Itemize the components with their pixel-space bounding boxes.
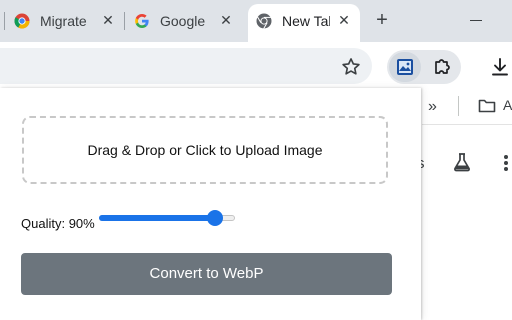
quality-label: Quality: 90% xyxy=(21,216,95,231)
browser-toolbar xyxy=(0,42,512,88)
close-tab-icon[interactable]: ✕ xyxy=(99,11,117,29)
tab-strip: Migrate ✕ Google ✕ New Tab ✕ + xyxy=(0,0,512,42)
tab-divider xyxy=(4,12,5,30)
flask-icon[interactable] xyxy=(451,151,473,173)
bookmarks-overflow-button[interactable]: » xyxy=(428,98,437,116)
address-bar[interactable] xyxy=(0,48,372,84)
google-icon xyxy=(135,14,149,28)
minimize-window-button[interactable] xyxy=(470,20,482,21)
quality-slider-thumb[interactable] xyxy=(207,210,223,226)
star-icon[interactable] xyxy=(340,56,362,78)
tab-title: Migrate xyxy=(40,13,87,29)
tab-title: Google xyxy=(160,13,206,29)
quality-label-text: Quality: xyxy=(21,216,66,231)
extension-popup: Drag & Drop or Click to Upload Image Qua… xyxy=(0,88,421,320)
puzzle-icon[interactable] xyxy=(432,57,452,77)
tab-migrate[interactable]: Migrate ✕ xyxy=(6,0,124,42)
bookmark-folder-label[interactable]: A xyxy=(503,97,512,113)
folder-icon[interactable] xyxy=(478,98,496,114)
quality-value: 90% xyxy=(68,216,95,231)
dropzone-label: Drag & Drop or Click to Upload Image xyxy=(87,142,323,158)
close-tab-icon[interactable]: ✕ xyxy=(217,11,235,29)
chrome-icon xyxy=(14,13,30,29)
tab-new-tab[interactable]: New Tab ✕ xyxy=(248,4,360,42)
bookmarks-bar-divider xyxy=(422,124,512,125)
upload-dropzone[interactable]: Drag & Drop or Click to Upload Image xyxy=(22,116,388,184)
tab-google[interactable]: Google ✕ xyxy=(126,0,244,42)
tab-title: New Tab xyxy=(282,13,330,29)
convert-to-webp-button[interactable]: Convert to WebP xyxy=(21,253,392,295)
bookmarks-separator xyxy=(458,96,459,116)
apps-grid-icon[interactable] xyxy=(503,154,512,172)
download-icon[interactable] xyxy=(489,56,511,78)
close-tab-icon[interactable]: ✕ xyxy=(335,11,353,29)
new-tab-button[interactable]: + xyxy=(372,10,392,30)
tab-divider xyxy=(124,12,125,30)
chrome-new-tab-icon xyxy=(256,13,272,29)
quality-slider-fill xyxy=(99,215,215,221)
image-converter-icon xyxy=(397,59,413,75)
quality-slider[interactable] xyxy=(99,210,235,226)
